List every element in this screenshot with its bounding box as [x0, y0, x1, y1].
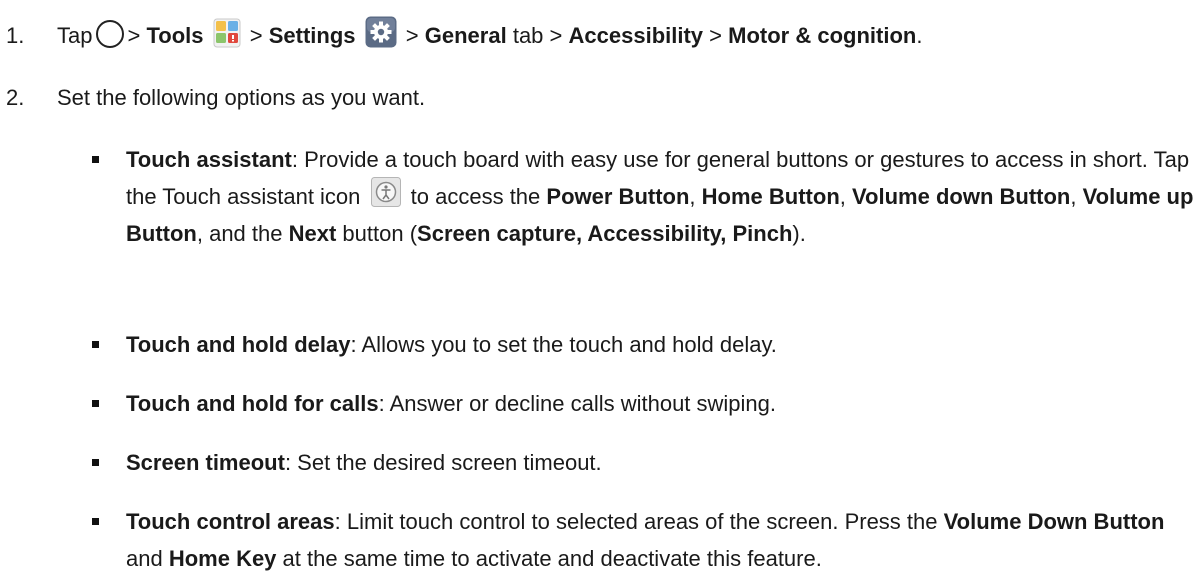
- screen-timeout-desc: : Set the desired screen timeout.: [284, 450, 602, 475]
- separator: >: [127, 23, 141, 48]
- bullet-square: [92, 156, 99, 163]
- power-button-label: Power Button: [546, 184, 690, 209]
- tab-word: tab: [512, 23, 544, 48]
- and-the: , and the: [196, 221, 283, 246]
- settings-label: Settings: [268, 23, 356, 48]
- touch-hold-delay-desc: : Allows you to set the touch and hold d…: [350, 332, 777, 357]
- next-label: Next: [288, 221, 337, 246]
- screen-timeout-text: Screen timeout: Set the desired screen t…: [126, 444, 1196, 481]
- comma: ,: [1070, 184, 1077, 209]
- touch-hold-delay-text: Touch and hold delay: Allows you to set …: [126, 326, 1196, 363]
- screen-timeout-title: Screen timeout: [126, 450, 285, 475]
- step-number: 1.: [6, 23, 25, 48]
- bullet-square: [92, 459, 99, 466]
- touch-assistant-desc-2: to access the: [410, 184, 541, 209]
- touch-hold-calls-title: Touch and hold for calls: [126, 391, 379, 416]
- touch-assistant-icon: [370, 177, 401, 208]
- extras-label: Screen capture, Accessibility, Pinch: [417, 221, 793, 246]
- bullet-square: [92, 400, 99, 407]
- motor-cognition-label: Motor & cognition: [728, 23, 917, 48]
- touch-hold-delay-title: Touch and hold delay: [126, 332, 351, 357]
- bullet-square: [92, 341, 99, 348]
- touch-hold-calls-text: Touch and hold for calls: Answer or decl…: [126, 385, 1196, 422]
- settings-gear-icon: [365, 16, 397, 48]
- tools-label: Tools: [146, 23, 204, 48]
- general-label: General: [424, 23, 507, 48]
- separator: >: [709, 23, 723, 48]
- touch-assistant-text: Touch assistant: Provide a touch board w…: [126, 141, 1196, 252]
- touch-assistant-title: Touch assistant: [126, 147, 292, 172]
- home-key-label: Home Key: [168, 546, 277, 571]
- touch-control-title: Touch control areas: [126, 509, 335, 534]
- comma: ,: [689, 184, 696, 209]
- accessibility-label: Accessibility: [568, 23, 704, 48]
- tap-word: Tap: [57, 23, 93, 48]
- touch-control-desc-2: at the same time to activate and deactiv…: [276, 546, 822, 571]
- touch-control-text: Touch control areas: Limit touch control…: [126, 503, 1196, 577]
- home-circle-icon: [96, 20, 125, 49]
- separator: >: [249, 23, 263, 48]
- volume-down-button-label: Volume Down Button: [943, 509, 1165, 534]
- separator: >: [549, 23, 563, 48]
- button-paren: button (: [336, 221, 418, 246]
- step-number: 2.: [6, 85, 25, 110]
- separator: >: [405, 23, 419, 48]
- bullet-square: [92, 518, 99, 525]
- home-button-label: Home Button: [701, 184, 840, 209]
- volume-down-label: Volume down Button: [852, 184, 1071, 209]
- step-2-text: Set the following options as you want.: [57, 85, 426, 110]
- step-1-text: Tap > Tools > Settings > General tab > A…: [57, 16, 923, 54]
- touch-hold-calls-desc: : Answer or decline calls without swipin…: [378, 391, 777, 416]
- close-paren: ).: [792, 221, 806, 246]
- period: .: [916, 23, 923, 48]
- and-word: and: [126, 546, 169, 571]
- comma: ,: [839, 184, 846, 209]
- tools-folder-icon: [213, 18, 241, 48]
- touch-control-desc: : Limit touch control to selected areas …: [334, 509, 944, 534]
